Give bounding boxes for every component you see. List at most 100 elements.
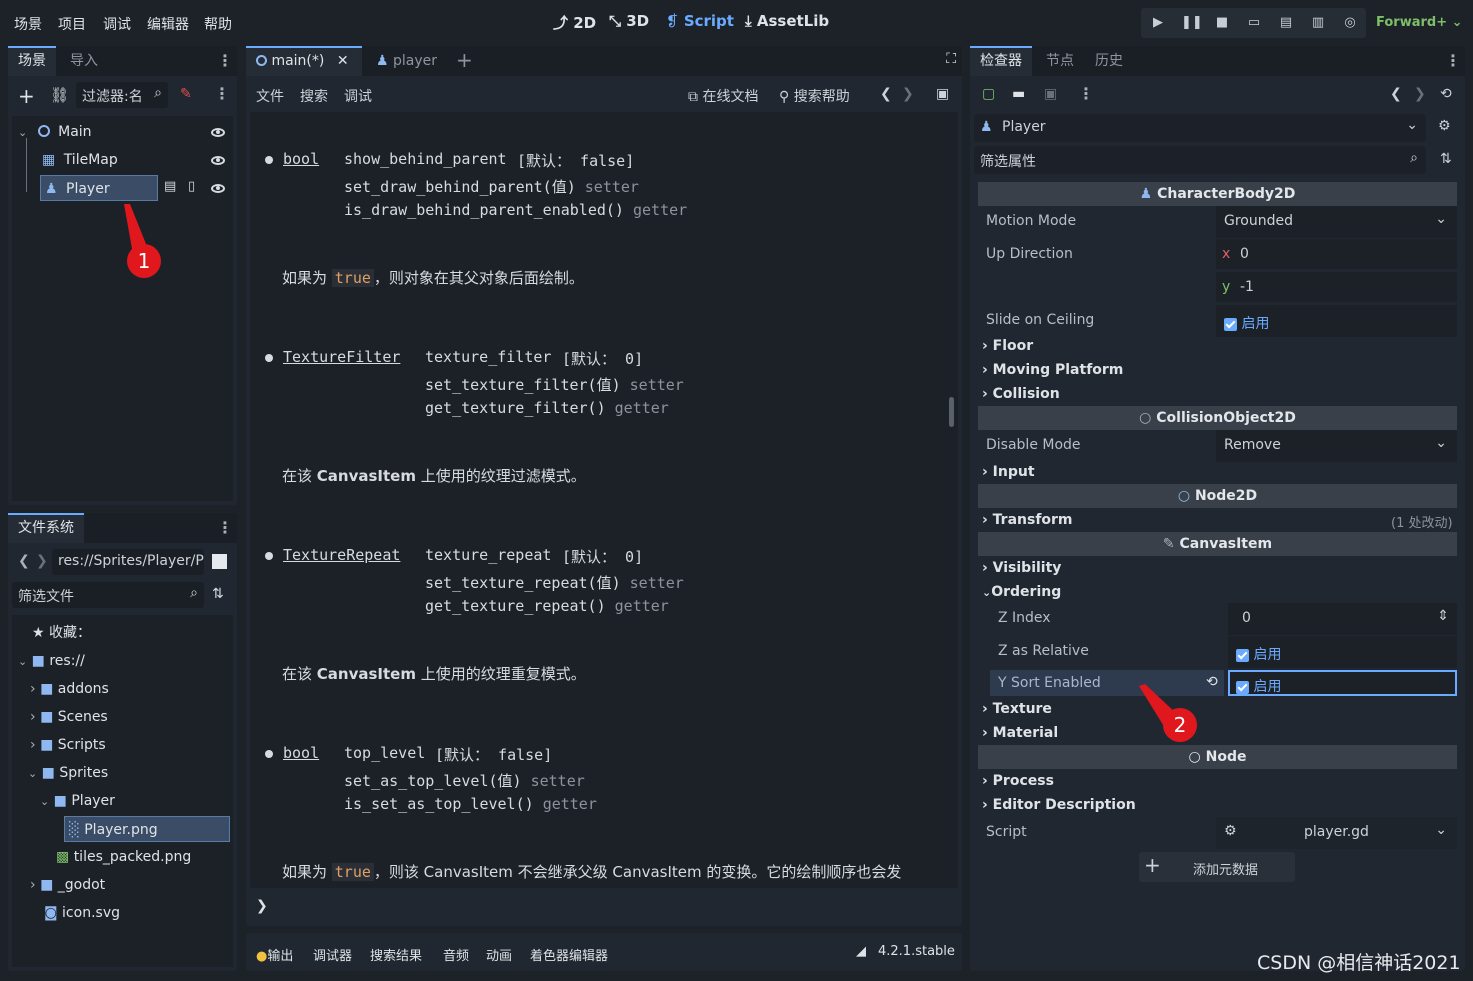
- group-visibility[interactable]: › Visibility: [982, 560, 1061, 576]
- split-view-icon[interactable]: [212, 554, 227, 569]
- renderer-select[interactable]: Forward+ ⌄: [1376, 15, 1463, 30]
- file-filter-input[interactable]: 筛选文件 ⌕: [12, 582, 204, 608]
- toggle-panel-icon[interactable]: ▣: [936, 86, 949, 102]
- play-icon[interactable]: ▶: [1149, 14, 1167, 32]
- node-tools-icon[interactable]: ⚙: [1438, 118, 1451, 134]
- script-file-icon[interactable]: ▯: [188, 179, 195, 194]
- section-collisionobject2d[interactable]: ○ CollisionObject2D: [978, 406, 1457, 430]
- menu-help[interactable]: 帮助: [204, 14, 232, 34]
- next-doc-icon[interactable]: ❯: [902, 86, 914, 102]
- tab-audio[interactable]: 音频: [443, 945, 469, 964]
- motion-mode-select[interactable]: Grounded ⌄: [1216, 206, 1457, 238]
- close-icon[interactable]: ✕: [337, 53, 349, 69]
- tab-history[interactable]: 历史: [1085, 46, 1133, 76]
- scene-filter-input[interactable]: 过滤器:名 ⌕: [76, 82, 168, 108]
- object-history-icon[interactable]: ⟲: [1440, 86, 1452, 102]
- tab-inspector[interactable]: 检查器: [970, 46, 1032, 76]
- tab-player[interactable]: ♟ player: [366, 46, 447, 76]
- tab-shader-editor[interactable]: 着色器编辑器: [530, 945, 608, 964]
- tab-search-results[interactable]: 搜索结果: [370, 945, 422, 964]
- y-sort-checkbox[interactable]: 启用: [1228, 670, 1457, 696]
- menu-project[interactable]: 项目: [58, 14, 86, 34]
- group-transform[interactable]: › Transform: [982, 512, 1073, 528]
- sort-icon[interactable]: ⇅: [212, 586, 224, 602]
- scrollbar-thumb[interactable]: [949, 397, 954, 427]
- tab-debugger[interactable]: 调试器: [313, 945, 352, 964]
- options-icon[interactable]: ⋮: [1078, 84, 1094, 103]
- history-back-icon[interactable]: ❮: [1390, 86, 1402, 102]
- tab-main[interactable]: main(*) ✕: [246, 46, 362, 76]
- menu-debug[interactable]: 调试: [103, 14, 131, 34]
- workspace-assetlib-button[interactable]: ⤓ AssetLib: [745, 12, 829, 30]
- online-docs-button[interactable]: ⧉ 在线文档: [688, 86, 758, 106]
- group-process[interactable]: › Process: [982, 773, 1054, 789]
- prop-type-link[interactable]: bool: [283, 150, 319, 168]
- remote-debug-icon[interactable]: ▭: [1245, 14, 1263, 32]
- link-icon[interactable]: ⛓: [50, 86, 69, 104]
- history-forward-icon[interactable]: ❯: [1414, 86, 1426, 102]
- folder-scripts[interactable]: › ■ Scripts: [30, 732, 106, 758]
- add-tab-icon[interactable]: +: [456, 48, 473, 72]
- script-menu-search[interactable]: 搜索: [300, 86, 328, 106]
- script-menu-file[interactable]: 文件: [256, 86, 284, 106]
- search-help-button[interactable]: ⚲ 搜索帮助: [779, 86, 850, 106]
- back-arrow-icon[interactable]: ❮: [18, 553, 30, 569]
- group-floor[interactable]: › Floor: [982, 338, 1033, 354]
- tab-scene[interactable]: 场景: [8, 46, 56, 76]
- new-resource-icon[interactable]: ▢: [982, 86, 995, 102]
- prop-type-link[interactable]: TextureFilter: [283, 348, 400, 366]
- section-characterbody2d[interactable]: ♟ CharacterBody2D: [978, 182, 1457, 206]
- folder-scenes[interactable]: › ■ Scenes: [30, 704, 108, 730]
- script-menu-debug[interactable]: 调试: [344, 86, 372, 106]
- section-node2d[interactable]: ○ Node2D: [978, 484, 1457, 508]
- z-as-relative-checkbox[interactable]: 启用: [1228, 636, 1457, 668]
- clapper-icon[interactable]: ▤: [164, 179, 176, 194]
- workspace-2d-button[interactable]: ⤴ 2D: [553, 12, 596, 33]
- play-scene-icon[interactable]: ▤: [1277, 14, 1295, 32]
- play-custom-scene-icon[interactable]: ▥: [1309, 14, 1327, 32]
- file-icon-svg[interactable]: ◙ icon.svg: [44, 900, 120, 926]
- menu-scene[interactable]: 场景: [14, 14, 42, 34]
- add-node-icon[interactable]: +: [18, 84, 35, 108]
- file-tiles-packed[interactable]: ▩ tiles_packed.png: [56, 844, 191, 870]
- visibility-eye-icon[interactable]: [211, 156, 225, 165]
- group-ordering[interactable]: ⌄Ordering: [982, 584, 1061, 600]
- workspace-3d-button[interactable]: ⤡ 3D: [609, 12, 649, 30]
- up-direction-x[interactable]: x0: [1216, 239, 1457, 269]
- attach-script-icon[interactable]: ✎: [180, 86, 192, 102]
- tab-node[interactable]: 节点: [1036, 46, 1084, 76]
- folder-godot[interactable]: › ■ _godot: [30, 872, 105, 898]
- fullscreen-icon[interactable]: ⛶: [946, 51, 956, 67]
- property-filter-input[interactable]: 筛选属性 ⌕: [974, 146, 1426, 174]
- chevron-right-icon[interactable]: ❯: [256, 898, 268, 914]
- tree-node-tilemap[interactable]: ▦ TileMap: [42, 147, 222, 173]
- script-resource-picker[interactable]: ⚙ player.gd ⌄: [1216, 817, 1457, 849]
- movie-maker-icon[interactable]: ◎: [1341, 14, 1359, 32]
- tab-filesystem[interactable]: 文件系统: [8, 513, 84, 543]
- folder-sprites[interactable]: ⌄ ■ Sprites: [28, 760, 108, 786]
- save-icon[interactable]: ▣: [1044, 86, 1057, 102]
- tab-animation[interactable]: 动画: [486, 945, 512, 964]
- tab-import[interactable]: 导入: [60, 46, 108, 76]
- forward-arrow-icon[interactable]: ❯: [36, 553, 48, 569]
- group-editor-description[interactable]: › Editor Description: [982, 797, 1136, 813]
- file-player-png[interactable]: ░ Player.png: [64, 816, 230, 842]
- group-input[interactable]: › Input: [982, 464, 1035, 480]
- group-texture[interactable]: › Texture: [982, 701, 1052, 717]
- group-moving-platform[interactable]: › Moving Platform: [982, 362, 1123, 378]
- folder-player[interactable]: ⌄ ■ Player: [40, 788, 115, 814]
- tab-output[interactable]: ●输出: [256, 945, 293, 964]
- folder-addons[interactable]: › ■ addons: [30, 676, 109, 702]
- kebab-icon[interactable]: ⋮: [1445, 51, 1461, 70]
- folder-res[interactable]: ⌄ ■ res://: [18, 648, 85, 674]
- scene-options-icon[interactable]: ⋮: [214, 84, 230, 103]
- section-canvasitem[interactable]: ✎ CanvasItem: [978, 532, 1457, 556]
- tree-node-player[interactable]: ♟ Player: [40, 175, 158, 201]
- workspace-script-button[interactable]: ❡ Script: [666, 12, 734, 30]
- revert-icon[interactable]: ⟲: [1206, 674, 1218, 690]
- group-material[interactable]: › Material: [982, 725, 1058, 741]
- tree-node-main[interactable]: ⌄ Main: [18, 119, 228, 145]
- stop-icon[interactable]: ■: [1213, 14, 1231, 32]
- visibility-eye-icon[interactable]: [211, 184, 225, 193]
- kebab-icon[interactable]: ⋮: [217, 51, 233, 70]
